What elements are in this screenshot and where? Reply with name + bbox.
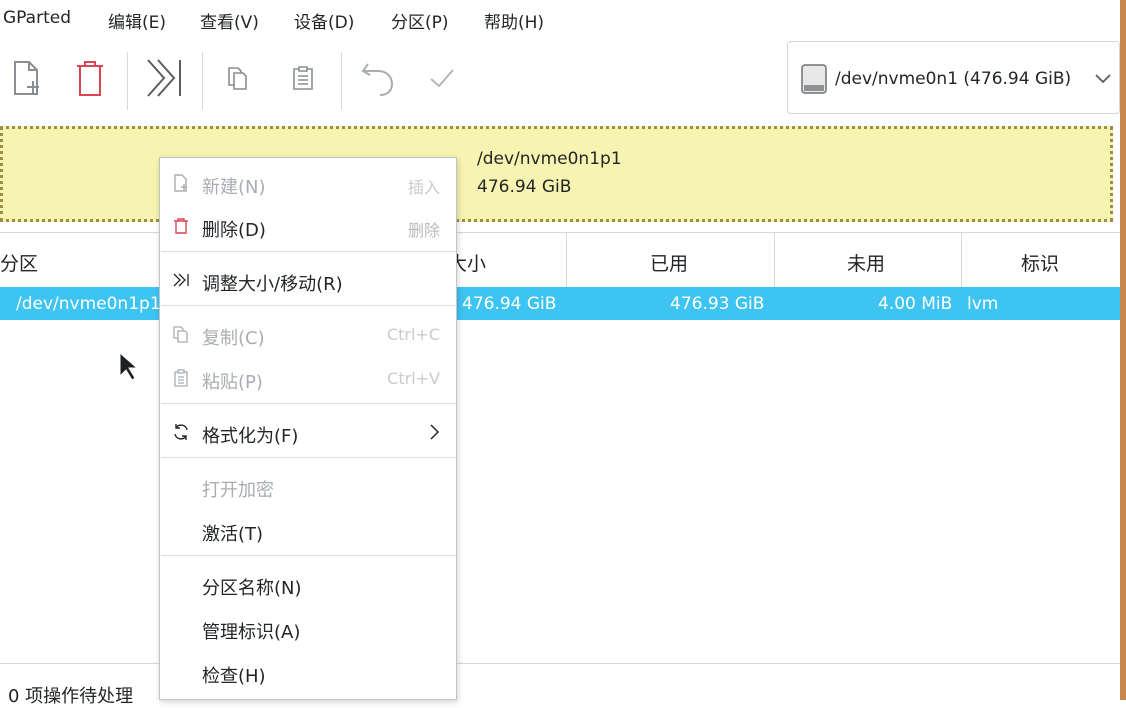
menu-item-shortcut: Ctrl+C xyxy=(386,325,440,344)
copy-icon xyxy=(228,67,247,90)
apply-button[interactable] xyxy=(420,54,464,102)
column-header-partition[interactable]: 分区 xyxy=(0,249,38,276)
menu-gparted[interactable]: GParted xyxy=(3,8,71,28)
toolbar-separator xyxy=(202,52,203,110)
toolbar-separator xyxy=(341,52,342,110)
menu-edit[interactable]: 编辑(E) xyxy=(108,8,166,33)
menu-item-activate[interactable]: 激活(T) xyxy=(160,512,456,548)
apply-icon xyxy=(430,69,454,88)
menu-item-label: 激活(T) xyxy=(202,524,264,545)
column-separator xyxy=(961,233,962,287)
graph-partition-size: 476.94 GiB xyxy=(477,177,572,197)
delete-icon xyxy=(77,61,103,96)
delete-icon xyxy=(174,218,188,234)
cell-partition: /dev/nvme0n1p1 xyxy=(16,294,161,314)
menu-item-delete[interactable]: 删除(D) 删除 xyxy=(160,208,456,244)
toolbar-separator xyxy=(127,52,128,110)
menu-item-label: 新建(N) xyxy=(202,177,266,198)
column-header-used[interactable]: 已用 xyxy=(650,249,688,276)
menubar: GParted 编辑(E) 查看(V) 设备(D) 分区(P) 帮助(H) xyxy=(0,0,1120,40)
copy-icon xyxy=(173,326,188,343)
menu-item-check[interactable]: 检查(H) xyxy=(160,654,456,690)
menu-item-label: 调整大小/移动(R) xyxy=(202,274,343,295)
delete-partition-button[interactable] xyxy=(68,54,112,102)
new-partition-button[interactable] xyxy=(4,54,48,102)
menu-item-manage-flags[interactable]: 管理标识(A) xyxy=(160,610,456,646)
undo-icon xyxy=(361,63,394,96)
format-icon xyxy=(174,424,188,440)
menu-partition[interactable]: 分区(P) xyxy=(391,8,449,33)
background-window-edge xyxy=(1120,0,1126,700)
mouse-cursor-icon xyxy=(119,352,139,381)
menu-item-shortcut: 删除 xyxy=(407,221,440,240)
menu-device[interactable]: 设备(D) xyxy=(294,8,354,33)
paste-icon xyxy=(174,369,188,387)
menu-item-label: 管理标识(A) xyxy=(202,622,301,643)
menu-separator xyxy=(161,251,456,252)
menu-item-label: 分区名称(N) xyxy=(202,578,302,599)
pending-operations-text: 0 项操作待处理 xyxy=(8,686,134,707)
paste-button[interactable] xyxy=(281,54,325,102)
menu-item-resize-move[interactable]: 调整大小/移动(R) xyxy=(160,262,456,298)
menu-item-label: 粘贴(P) xyxy=(202,372,263,393)
menu-item-label: 打开加密 xyxy=(202,480,274,501)
menu-view[interactable]: 查看(V) xyxy=(200,8,259,33)
column-header-flags[interactable]: 标识 xyxy=(1021,249,1059,276)
menu-item-label: 删除(D) xyxy=(202,220,266,241)
partition-context-menu: 新建(N) 插入 删除(D) 删除 调整大小/移动(R) 复制(C) Ctrl+… xyxy=(159,157,457,700)
menu-help[interactable]: 帮助(H) xyxy=(484,8,544,33)
menu-item-label: 检查(H) xyxy=(202,666,266,687)
device-label: /dev/nvme0n1 (476.94 GiB) xyxy=(835,69,1072,89)
menu-item-paste[interactable]: 粘贴(P) Ctrl+V xyxy=(160,360,456,396)
undo-button[interactable] xyxy=(356,54,400,102)
menu-separator xyxy=(161,305,456,306)
new-icon xyxy=(14,61,39,95)
menu-item-shortcut: 插入 xyxy=(407,178,440,197)
menu-item-shortcut: Ctrl+V xyxy=(387,369,440,388)
menu-item-new[interactable]: 新建(N) 插入 xyxy=(160,165,456,201)
menu-separator xyxy=(161,457,456,458)
menu-item-partition-name[interactable]: 分区名称(N) xyxy=(160,566,456,602)
hard-disk-icon xyxy=(801,64,827,94)
cell-size: 476.94 GiB xyxy=(462,294,557,314)
menu-item-label: 格式化为(F) xyxy=(202,426,299,447)
column-separator xyxy=(774,233,775,287)
menu-item-open-encryption[interactable]: 打开加密 xyxy=(160,468,456,504)
column-separator xyxy=(566,233,567,287)
resize-move-button[interactable] xyxy=(142,54,186,102)
copy-button[interactable] xyxy=(216,54,260,102)
column-header-unused[interactable]: 未用 xyxy=(847,249,885,276)
resize-icon xyxy=(147,59,181,97)
cell-used: 476.93 GiB xyxy=(670,294,765,314)
menu-separator xyxy=(161,403,456,404)
menu-item-format-as[interactable]: 格式化为(F) xyxy=(160,414,456,450)
new-icon xyxy=(174,174,187,192)
cell-flags: lvm xyxy=(967,294,999,314)
chevron-down-icon xyxy=(1095,74,1111,84)
chevron-right-icon xyxy=(430,424,440,440)
device-selector[interactable]: /dev/nvme0n1 (476.94 GiB) xyxy=(787,41,1120,114)
paste-icon xyxy=(293,66,313,90)
menu-item-copy[interactable]: 复制(C) Ctrl+C xyxy=(160,316,456,352)
resize-icon xyxy=(173,273,189,287)
cell-unused: 4.00 MiB xyxy=(878,294,953,314)
menu-separator xyxy=(161,555,456,556)
menu-item-label: 复制(C) xyxy=(202,328,265,349)
graph-partition-name: /dev/nvme0n1p1 xyxy=(477,149,622,169)
